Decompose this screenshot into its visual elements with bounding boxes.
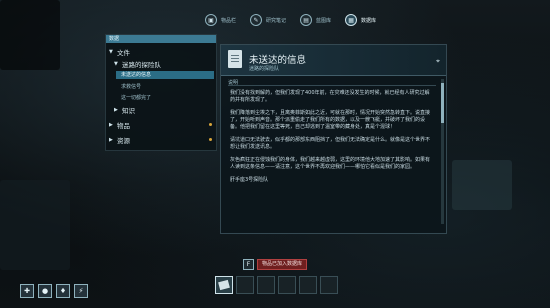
note-icon [228,50,242,68]
entry-paragraph: 请坑道口无法驶去，似乎都的那部东西阻挡了，但我们无法确定是什么。就像是这个世界不… [230,137,431,150]
item-added-notification: F 物品已加入数据库 [243,259,308,270]
divider [228,85,436,86]
tree-node-resources[interactable]: ▶ 资源 [109,135,130,145]
scrollbar-thumb[interactable] [441,83,444,123]
hotbar-slot[interactable] [215,276,233,294]
tree-item-distress-signal[interactable]: 求救信号 [121,83,141,90]
background-shadow [0,180,70,270]
entry-paragraph: 我们降落到尘埃之下，且离奥菲斯如此之近，可就在那时，情况开始突然急转直下。说直接… [230,110,431,130]
entry-paragraph: 我们没有找到解药，但我们发现了400年前，在灾难还没发生的时候，就已经有人研究过… [230,90,430,103]
entry-title: 未送达的信息 [249,55,307,66]
tree-panel-title: 数据 [106,35,216,43]
hotbar-slot[interactable] [236,276,254,294]
hotbar-slot[interactable] [257,276,275,294]
top-tab-bar: ▣ 物品栏 ✎ 研究笔记 ▤ 蓝图库 ▦ 数据库 [205,14,376,26]
tree-node-knowledge[interactable]: ▶ 知识 [114,105,135,115]
database-tree-panel: 数据 ▼ 文件 ▼ 迷路的探险队 未送达的信息 求救信号 这一切都完了 ▶ 知识 ▶ 物… [105,34,217,151]
entry-body: 我们没有找到解药，但我们发现了400年前，在灾难还没发生的时候，就已经有人研究过… [230,90,430,190]
tree-node-lost-expedition[interactable]: ▼ 迷路的探险队 [114,59,161,69]
tab-database[interactable]: ▦ 数据库 [345,14,376,26]
backpack-icon: ▣ [205,14,217,26]
blueprint-icon: ▤ [300,14,313,26]
entry-subtitle: 迷路的探险队 [249,66,280,72]
notice-key: F [243,259,254,270]
hotbar [215,276,338,294]
water-icon: ♦ [56,284,70,298]
new-entry-dot [209,123,212,126]
entry-header: 未送达的信息 迷路的探险队 ⌖ [221,45,446,76]
entry-paragraph: 灰色疯狂正在侵蚀我们的身体，我们越来越虚弱，这里的环境他大地加速了其影响。如果有… [230,157,431,170]
research-icon: ✎ [250,14,263,26]
background-structure [0,0,60,70]
notice-text: 物品已加入数据库 [257,259,308,270]
note-item-icon [218,279,230,291]
hotbar-slot[interactable] [320,276,338,294]
tree-item-undelivered-message[interactable]: 未送达的信息 [116,71,214,79]
tree-node-files[interactable]: ▼ 文件 [109,47,130,57]
hotbar-slot[interactable] [278,276,296,294]
health-icon: ✚ [20,284,34,298]
tab-blueprints[interactable]: ▤ 蓝图库 [300,14,331,26]
tree-node-items[interactable]: ▶ 物品 [109,120,130,130]
chevron-down-icon: ▼ [109,49,113,55]
player-status-bar: ✚ ● ♦ ⚡ [20,284,88,298]
entry-detail-panel: 未送达的信息 迷路的探险队 ⌖ 说明 我们没有找到解药，但我们发现了400年前，… [220,44,447,234]
chevron-right-icon: ▶ [109,122,113,128]
chevron-right-icon: ▶ [109,137,113,143]
new-entry-dot [209,138,212,141]
food-icon: ● [38,284,52,298]
tab-research[interactable]: ✎ 研究笔记 [250,14,286,26]
energy-icon: ⚡ [74,284,88,298]
database-icon: ▦ [345,14,358,26]
pin-icon[interactable]: ⌖ [436,57,440,66]
entry-signature: 肝手座3号探险队 [230,177,269,183]
tree-item-its-over[interactable]: 这一切都完了 [121,94,151,101]
chevron-right-icon: ▶ [114,107,118,113]
hotbar-slot[interactable] [299,276,317,294]
tab-inventory[interactable]: ▣ 物品栏 [205,14,236,26]
chevron-down-icon: ▼ [114,61,118,67]
background-crate [452,160,512,210]
